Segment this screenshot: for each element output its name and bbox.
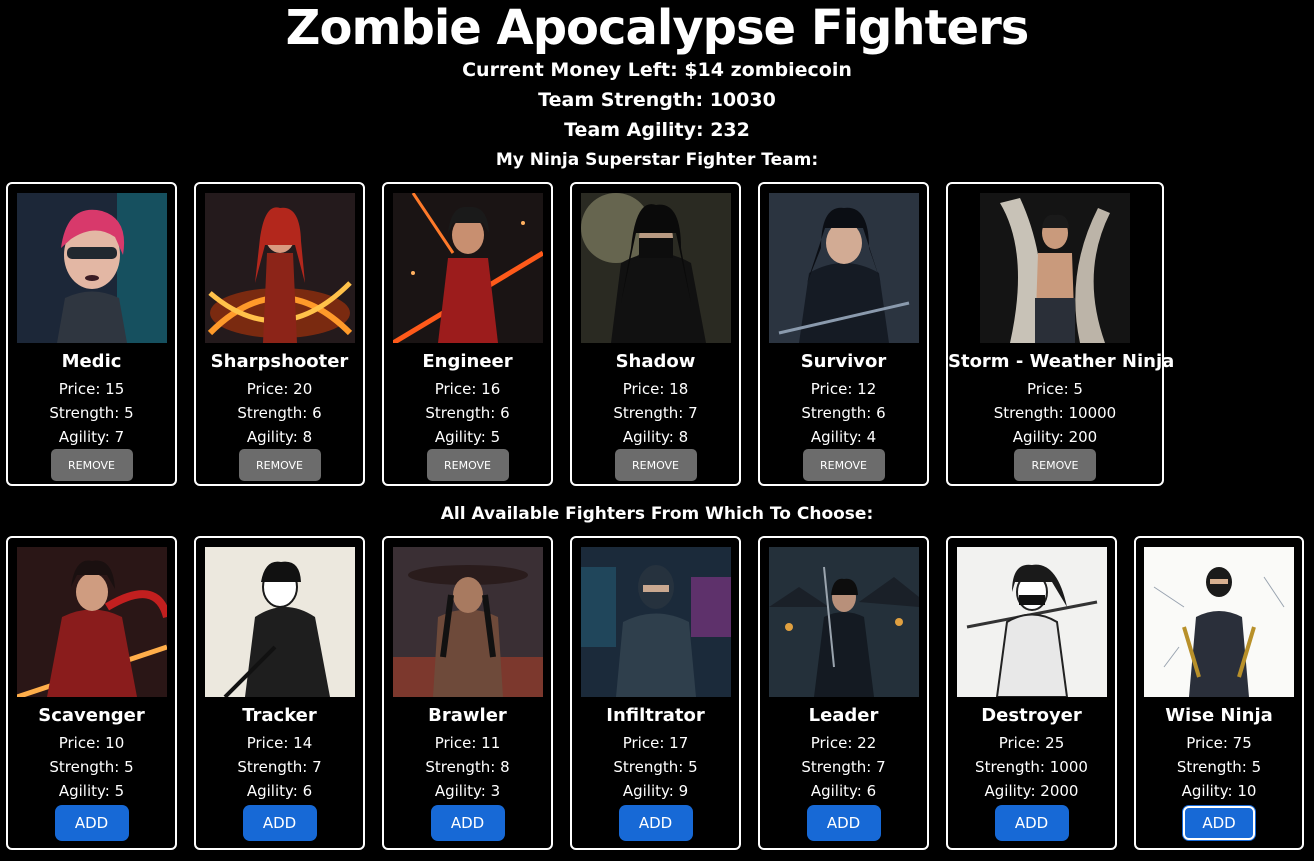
fighter-portrait bbox=[16, 193, 167, 343]
fighter-price: Price: 17 bbox=[622, 734, 689, 752]
team-card: Sharpshooter Price: 20 Strength: 6 Agili… bbox=[194, 182, 365, 486]
fighter-name: Engineer bbox=[422, 351, 513, 372]
fighter-portrait bbox=[204, 193, 355, 343]
fighter-portrait bbox=[16, 547, 167, 697]
available-heading: All Available Fighters From Which To Cho… bbox=[440, 504, 874, 524]
fighter-price: Price: 75 bbox=[1186, 734, 1252, 752]
team-card: Shadow Price: 18 Strength: 7 Agility: 8 … bbox=[570, 182, 741, 486]
fighter-agility: Agility: 9 bbox=[622, 782, 689, 800]
fighter-price: Price: 15 bbox=[58, 380, 125, 398]
fighter-name: Destroyer bbox=[981, 705, 1082, 726]
fighter-agility: Agility: 6 bbox=[810, 782, 877, 800]
fighter-name: Infiltrator bbox=[606, 705, 705, 726]
team-card: Storm - Weather Ninja Price: 5 Strength:… bbox=[946, 182, 1175, 486]
fighter-name: Brawler bbox=[428, 705, 507, 726]
add-button[interactable]: ADD bbox=[1182, 805, 1256, 841]
fighter-strength: Strength: 10000 bbox=[993, 404, 1117, 422]
team-strength: Team Strength: 10030 bbox=[538, 89, 776, 111]
fighter-price: Price: 10 bbox=[58, 734, 125, 752]
available-card: Wise Ninja Price: 75 Strength: 5 Agility… bbox=[1134, 536, 1304, 850]
available-card: Leader Price: 22 Strength: 7 Agility: 6 … bbox=[758, 536, 929, 850]
fighter-strength: Strength: 7 bbox=[613, 404, 698, 422]
remove-button[interactable]: REMOVE bbox=[238, 449, 321, 481]
available-card: Scavenger Price: 10 Strength: 5 Agility:… bbox=[6, 536, 177, 850]
fighter-agility: Agility: 200 bbox=[1012, 428, 1098, 446]
fighter-agility: Agility: 8 bbox=[622, 428, 689, 446]
fighter-agility: Agility: 8 bbox=[246, 428, 313, 446]
available-card: Tracker Price: 14 Strength: 7 Agility: 6… bbox=[194, 536, 365, 850]
fighter-price: Price: 12 bbox=[810, 380, 877, 398]
fighter-portrait bbox=[204, 547, 355, 697]
fighter-agility: Agility: 6 bbox=[246, 782, 313, 800]
fighter-strength: Strength: 1000 bbox=[975, 758, 1088, 776]
fighter-strength: Strength: 6 bbox=[237, 404, 322, 422]
fighter-price: Price: 16 bbox=[434, 380, 501, 398]
fighter-strength: Strength: 7 bbox=[801, 758, 886, 776]
fighter-strength: Strength: 6 bbox=[425, 404, 510, 422]
fighter-name: Medic bbox=[61, 351, 122, 372]
available-card: Destroyer Price: 25 Strength: 1000 Agili… bbox=[946, 536, 1117, 850]
fighter-strength: Strength: 5 bbox=[613, 758, 698, 776]
fighter-agility: Agility: 4 bbox=[810, 428, 877, 446]
fighter-agility: Agility: 2000 bbox=[984, 782, 1079, 800]
remove-button[interactable]: REMOVE bbox=[1014, 449, 1096, 481]
fighter-strength: Strength: 8 bbox=[425, 758, 510, 776]
fighter-name: Wise Ninja bbox=[1165, 705, 1273, 726]
add-button[interactable]: ADD bbox=[430, 805, 505, 841]
team-card: Medic Price: 15 Strength: 5 Agility: 7 R… bbox=[6, 182, 177, 486]
fighter-price: Price: 22 bbox=[810, 734, 877, 752]
available-card: Infiltrator Price: 17 Strength: 5 Agilit… bbox=[570, 536, 741, 850]
fighter-agility: Agility: 5 bbox=[58, 782, 125, 800]
fighter-name: Sharpshooter bbox=[210, 351, 349, 372]
team-agility: Team Agility: 232 bbox=[564, 119, 750, 141]
fighter-agility: Agility: 3 bbox=[434, 782, 501, 800]
add-button[interactable]: ADD bbox=[242, 805, 317, 841]
fighter-strength: Strength: 5 bbox=[1176, 758, 1262, 776]
fighter-portrait bbox=[580, 547, 731, 697]
remove-button[interactable]: REMOVE bbox=[426, 449, 509, 481]
fighter-strength: Strength: 6 bbox=[801, 404, 886, 422]
fighter-agility: Agility: 7 bbox=[58, 428, 125, 446]
fighter-agility: Agility: 10 bbox=[1181, 782, 1257, 800]
team-card: Engineer Price: 16 Strength: 6 Agility: … bbox=[382, 182, 553, 486]
fighter-name: Tracker bbox=[242, 705, 317, 726]
add-button[interactable]: ADD bbox=[618, 805, 693, 841]
fighter-portrait bbox=[980, 193, 1130, 343]
page: Zombie Apocalypse Fighters Current Money… bbox=[0, 0, 1314, 861]
money-left: Current Money Left: $14 zombiecoin bbox=[462, 59, 852, 81]
fighter-price: Price: 25 bbox=[998, 734, 1065, 752]
page-title: Zombie Apocalypse Fighters bbox=[285, 0, 1030, 56]
fighter-portrait bbox=[956, 547, 1107, 697]
fighter-portrait bbox=[580, 193, 731, 343]
fighter-strength: Strength: 5 bbox=[49, 404, 134, 422]
remove-button[interactable]: REMOVE bbox=[802, 449, 885, 481]
remove-button[interactable]: REMOVE bbox=[614, 449, 697, 481]
fighter-name: Shadow bbox=[615, 351, 696, 372]
fighter-price: Price: 18 bbox=[622, 380, 689, 398]
team-card: Survivor Price: 12 Strength: 6 Agility: … bbox=[758, 182, 929, 486]
fighter-agility: Agility: 5 bbox=[434, 428, 501, 446]
team-heading: My Ninja Superstar Fighter Team: bbox=[495, 150, 819, 170]
fighter-name: Scavenger bbox=[38, 705, 145, 726]
fighter-name: Leader bbox=[808, 705, 879, 726]
add-button[interactable]: ADD bbox=[806, 805, 881, 841]
add-button[interactable]: ADD bbox=[994, 805, 1069, 841]
fighter-name: Survivor bbox=[800, 351, 887, 372]
fighter-portrait bbox=[392, 547, 543, 697]
fighter-price: Price: 11 bbox=[434, 734, 501, 752]
fighter-name: Storm - Weather Ninja bbox=[948, 351, 1175, 372]
fighter-strength: Strength: 7 bbox=[237, 758, 322, 776]
remove-button[interactable]: REMOVE bbox=[50, 449, 133, 481]
fighter-portrait bbox=[768, 193, 919, 343]
fighter-portrait bbox=[392, 193, 543, 343]
add-button[interactable]: ADD bbox=[54, 805, 129, 841]
fighter-strength: Strength: 5 bbox=[49, 758, 134, 776]
fighter-price: Price: 5 bbox=[1027, 380, 1083, 398]
fighter-portrait bbox=[768, 547, 919, 697]
fighter-portrait bbox=[1144, 547, 1294, 697]
available-card: Brawler Price: 11 Strength: 8 Agility: 3… bbox=[382, 536, 553, 850]
fighter-price: Price: 20 bbox=[246, 380, 313, 398]
fighter-price: Price: 14 bbox=[246, 734, 313, 752]
